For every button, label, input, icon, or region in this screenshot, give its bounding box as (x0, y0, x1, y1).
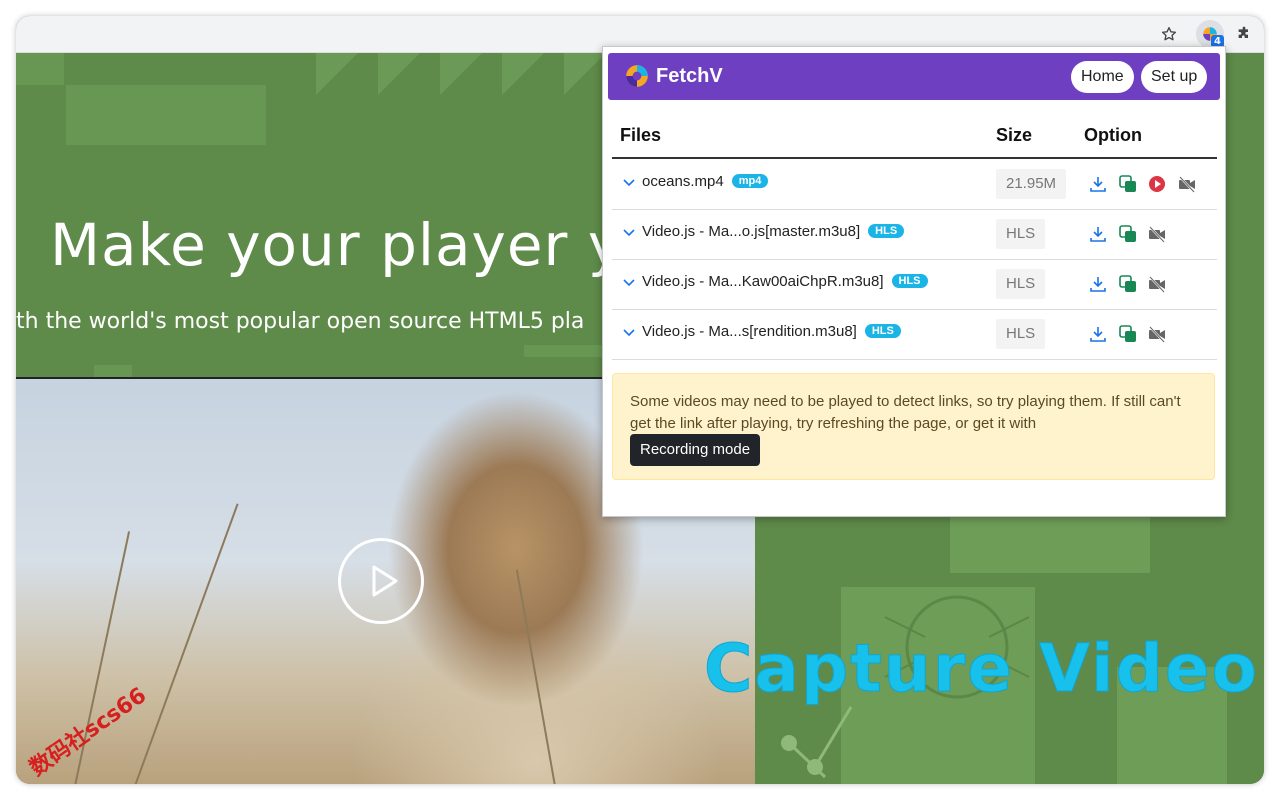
decorative-block (524, 345, 614, 357)
chevron-down-icon[interactable] (622, 226, 636, 240)
download-icon[interactable] (1088, 274, 1108, 294)
play-circle-icon[interactable] (1147, 174, 1167, 194)
table-row: Video.js - Ma...Kaw00aiChpR.m3u8] HLS HLS (612, 260, 1217, 310)
video-off-icon[interactable] (1147, 224, 1167, 244)
file-name[interactable]: oceans.mp4 mp4 (642, 173, 769, 190)
video-play-button[interactable] (338, 538, 424, 624)
app-name: FetchV (656, 65, 723, 87)
download-icon[interactable] (1088, 174, 1108, 194)
table-row: Video.js - Ma...s[rendition.m3u8] HLS HLS (612, 310, 1217, 360)
file-name[interactable]: Video.js - Ma...Kaw00aiChpR.m3u8] HLS (642, 273, 928, 290)
file-size: HLS (996, 219, 1046, 249)
hero-title: Make your player yo (50, 211, 660, 279)
file-size: HLS (996, 269, 1046, 299)
file-type-tag: HLS (891, 274, 928, 288)
capture-video-caption: Capture Video (704, 630, 1259, 708)
column-header-option: Option (1084, 125, 1142, 145)
hero-subtitle: th the world's most popular open source … (16, 309, 585, 334)
fetchv-extension-button[interactable]: 4 (1196, 20, 1224, 48)
table-row: oceans.mp4 mp4 21.95M (612, 160, 1217, 210)
popup-header: FetchV Home Set up (608, 53, 1220, 100)
file-type-tag: HLS (868, 224, 905, 238)
decorative-block (66, 85, 266, 145)
file-type-tag: HLS (864, 324, 901, 338)
grass-stalk (515, 569, 556, 784)
fetchv-popup: FetchV Home Set up Files Size Option oce… (602, 46, 1226, 517)
copy-link-icon[interactable] (1118, 274, 1138, 294)
detection-notice: Some videos may need to be played to det… (612, 373, 1215, 480)
file-size: HLS (996, 319, 1046, 349)
video-off-icon[interactable] (1177, 174, 1197, 194)
column-header-size: Size (996, 125, 1033, 145)
file-size: 21.95M (996, 169, 1067, 199)
file-name-text: Video.js - Ma...Kaw00aiChpR.m3u8] (642, 273, 884, 290)
table-header-divider (612, 157, 1217, 159)
grass-stalk (134, 503, 239, 784)
file-type-tag: mp4 (731, 174, 769, 188)
file-name[interactable]: Video.js - Ma...s[rendition.m3u8] HLS (642, 323, 901, 340)
decorative-block (94, 365, 132, 377)
recording-mode-button[interactable]: Recording mode (630, 434, 761, 466)
file-name-text: Video.js - Ma...s[rendition.m3u8] (642, 323, 857, 340)
copy-link-icon[interactable] (1118, 224, 1138, 244)
video-off-icon[interactable] (1147, 324, 1167, 344)
chevron-down-icon[interactable] (622, 176, 636, 190)
file-name[interactable]: Video.js - Ma...o.js[master.m3u8] HLS (642, 223, 905, 240)
play-icon (372, 565, 398, 597)
video-off-icon[interactable] (1147, 274, 1167, 294)
chevron-down-icon[interactable] (622, 276, 636, 290)
decorative-block (16, 53, 64, 85)
table-row: Video.js - Ma...o.js[master.m3u8] HLS HLS (612, 210, 1217, 260)
home-button[interactable]: Home (1071, 61, 1134, 93)
bookmark-star-icon[interactable] (1155, 20, 1183, 48)
chevron-down-icon[interactable] (622, 326, 636, 340)
setup-button[interactable]: Set up (1141, 61, 1208, 93)
download-icon[interactable] (1088, 224, 1108, 244)
fetchv-logo-icon (626, 65, 648, 87)
copy-link-icon[interactable] (1118, 174, 1138, 194)
file-name-text: oceans.mp4 (642, 173, 724, 190)
copy-link-icon[interactable] (1118, 324, 1138, 344)
extensions-puzzle-icon[interactable] (1230, 20, 1258, 48)
file-name-text: Video.js - Ma...o.js[master.m3u8] (642, 223, 861, 240)
download-icon[interactable] (1088, 324, 1108, 344)
notice-text: Some videos may need to be played to det… (630, 393, 1181, 432)
column-header-files: Files (620, 125, 662, 145)
decorative-triangles (316, 53, 606, 95)
